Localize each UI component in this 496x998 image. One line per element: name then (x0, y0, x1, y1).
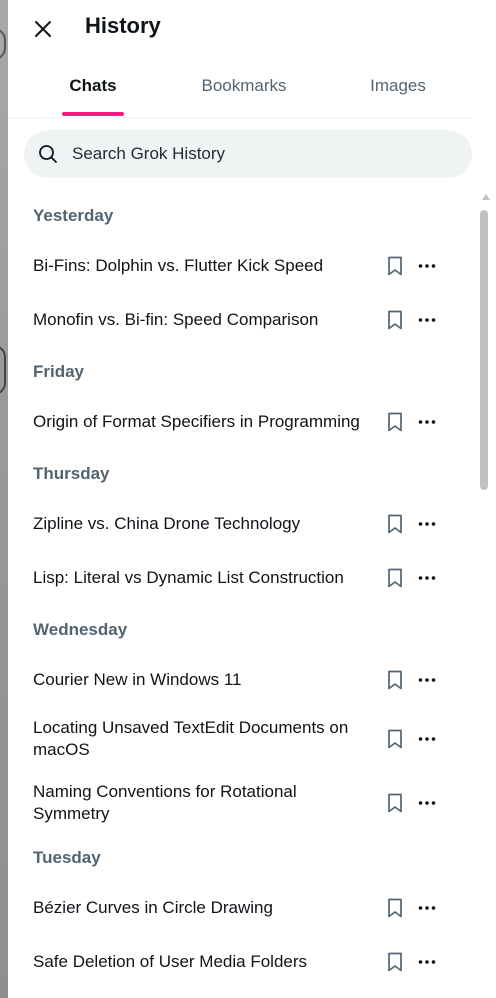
chat-item-actions (382, 253, 440, 279)
bookmark-button[interactable] (382, 307, 408, 333)
background-page (0, 0, 8, 998)
chat-item-title: Origin of Format Specifiers in Programmi… (33, 412, 360, 431)
chat-item[interactable]: Bézier Curves in Circle Drawing (8, 881, 472, 935)
chat-item[interactable]: Naming Conventions for Rotational Symmet… (8, 771, 472, 835)
bookmark-icon (388, 898, 402, 918)
tab-bookmarks[interactable]: Bookmarks (178, 62, 310, 116)
bookmark-icon (388, 514, 402, 534)
more-icon (418, 801, 436, 805)
more-options-button[interactable] (414, 307, 440, 333)
chat-item-actions (382, 307, 440, 333)
search-icon (39, 145, 57, 163)
bookmark-button[interactable] (382, 565, 408, 591)
tab-chats-label: Chats (69, 76, 117, 95)
bookmark-icon (388, 256, 402, 276)
more-options-button[interactable] (414, 667, 440, 693)
chat-item-title: Naming Conventions for Rotational Symmet… (33, 782, 297, 823)
history-header: History (8, 0, 496, 56)
more-icon (418, 906, 436, 910)
more-icon (418, 678, 436, 682)
chat-item-title: Lisp: Literal vs Dynamic List Constructi… (33, 568, 344, 587)
more-icon (418, 420, 436, 424)
chat-item-title: Locating Unsaved TextEdit Documents on m… (33, 718, 349, 759)
more-options-button[interactable] (414, 949, 440, 975)
more-options-button[interactable] (414, 511, 440, 537)
bookmark-button[interactable] (382, 409, 408, 435)
group-label-yesterday: Yesterday (33, 206, 114, 225)
search-input[interactable] (70, 143, 454, 165)
scrollbar-thumb[interactable] (480, 210, 488, 490)
chat-item[interactable]: Locating Unsaved TextEdit Documents on m… (8, 707, 472, 771)
scroll-up-arrow[interactable] (482, 194, 490, 200)
chat-item-title: Zipline vs. China Drone Technology (33, 514, 301, 533)
chat-item-actions (382, 667, 440, 693)
bookmark-button[interactable] (382, 790, 408, 816)
bookmark-button[interactable] (382, 726, 408, 752)
bookmark-icon (388, 412, 402, 432)
close-button[interactable] (28, 14, 58, 44)
history-panel: History Chats Bookmarks Images Yesterday… (8, 0, 496, 998)
chat-item[interactable]: Monofin vs. Bi-fin: Speed Comparison (8, 293, 472, 347)
close-icon (35, 21, 51, 37)
chat-item-actions (382, 409, 440, 435)
chat-item-actions (382, 895, 440, 921)
chat-item-title: Bézier Curves in Circle Drawing (33, 898, 273, 917)
active-tab-indicator (62, 112, 124, 116)
chat-item-actions (382, 949, 440, 975)
bookmark-button[interactable] (382, 895, 408, 921)
chat-item[interactable]: Lisp: Literal vs Dynamic List Constructi… (8, 551, 472, 605)
bookmark-button[interactable] (382, 511, 408, 537)
more-options-button[interactable] (414, 565, 440, 591)
chat-item-title: Courier New in Windows 11 (33, 670, 242, 689)
chat-item-title: Bi-Fins: Dolphin vs. Flutter Kick Speed (33, 256, 324, 275)
chat-item-actions (382, 726, 440, 752)
bookmark-icon (388, 568, 402, 588)
bookmark-button[interactable] (382, 949, 408, 975)
more-icon (418, 318, 436, 322)
tab-images[interactable]: Images (310, 62, 486, 116)
chat-item-actions (382, 565, 440, 591)
chat-item[interactable]: Bi-Fins: Dolphin vs. Flutter Kick Speed (8, 239, 472, 293)
group-label-tuesday: Tuesday (33, 848, 101, 867)
tab-chats[interactable]: Chats (8, 62, 178, 116)
more-options-button[interactable] (414, 726, 440, 752)
chat-item-title: Monofin vs. Bi-fin: Speed Comparison (33, 310, 319, 329)
chat-history-list: Yesterday Bi-Fins: Dolphin vs. Flutter K… (8, 192, 472, 998)
more-options-button[interactable] (414, 253, 440, 279)
chat-item[interactable]: Zipline vs. China Drone Technology (8, 497, 472, 551)
bookmark-icon (388, 793, 402, 813)
background-decoration (0, 345, 6, 395)
more-options-button[interactable] (414, 895, 440, 921)
more-icon (418, 737, 436, 741)
bookmark-icon (388, 310, 402, 330)
tab-images-label: Images (370, 76, 426, 95)
more-icon (418, 264, 436, 268)
scrollbar[interactable] (480, 194, 492, 998)
search-box[interactable] (24, 130, 472, 178)
chat-item[interactable]: Safe Deletion of User Media Folders (8, 935, 472, 989)
group-label-friday: Friday (33, 362, 85, 381)
background-decoration (0, 28, 6, 60)
more-icon (418, 576, 436, 580)
tab-bookmarks-label: Bookmarks (201, 76, 287, 95)
bookmark-icon (388, 952, 402, 972)
chat-item[interactable]: Origin of Format Specifiers in Programmi… (8, 395, 472, 449)
group-label-wednesday: Wednesday (33, 620, 128, 639)
page-title: History (85, 13, 161, 38)
history-tabs: Chats Bookmarks Images (8, 62, 472, 118)
more-icon (418, 960, 436, 964)
bookmark-button[interactable] (382, 667, 408, 693)
bookmark-button[interactable] (382, 253, 408, 279)
more-icon (418, 522, 436, 526)
more-options-button[interactable] (414, 409, 440, 435)
group-label-thursday: Thursday (33, 464, 110, 483)
more-options-button[interactable] (414, 790, 440, 816)
chat-item-actions (382, 790, 440, 816)
chat-item-actions (382, 511, 440, 537)
chat-item-title: Safe Deletion of User Media Folders (33, 952, 308, 971)
chat-item[interactable]: Courier New in Windows 11 (8, 653, 472, 707)
bookmark-icon (388, 729, 402, 749)
bookmark-icon (388, 670, 402, 690)
